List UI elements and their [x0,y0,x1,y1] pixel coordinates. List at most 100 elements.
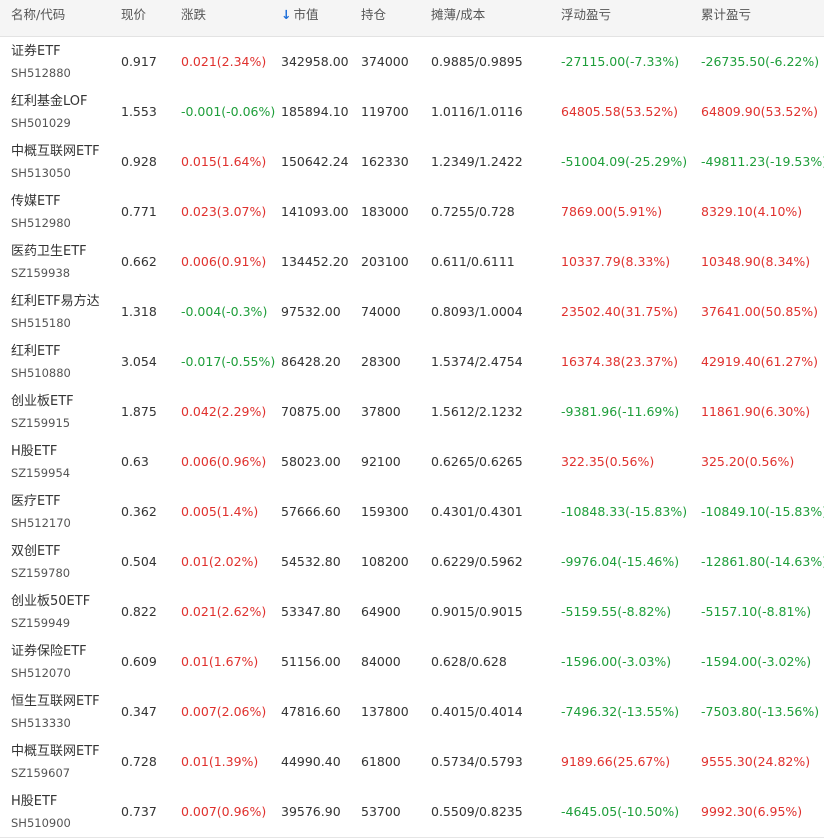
market-value-cell: 134452.20 [281,254,349,269]
fund-code: SH512070 [11,666,71,680]
float-pl-cell: -4645.05(-10.50%) [561,804,680,819]
float-pl-cell: 64805.58(53.52%) [561,104,679,119]
float-pl-cell: 16374.38(23.37%) [561,354,679,369]
cost-cell: 0.5509/0.8235 [431,804,523,819]
price-cell: 0.662 [121,254,157,269]
table-row[interactable]: 双创ETF SZ159780 0.504 0.01(2.02%) 54532.80 108… [0,537,824,588]
float-pl-cell: 322.35(0.56%) [561,454,655,469]
float-pl-cell: -9976.04(-15.46%) [561,554,680,569]
fund-name[interactable]: 医药卫生ETF [11,244,87,260]
fund-name[interactable]: 传媒ETF [11,194,61,210]
price-cell: 0.504 [121,554,157,569]
market-value-cell: 53347.80 [281,604,341,619]
holdings-cell: 28300 [361,354,401,369]
market-value-cell: 86428.20 [281,354,341,369]
fund-name[interactable]: H股ETF [11,794,57,810]
fund-name[interactable]: 中概互联网ETF [11,744,100,760]
fund-name[interactable]: 红利ETF [11,344,61,360]
holdings-cell: 92100 [361,454,401,469]
header-change[interactable]: 涨跌 [181,0,206,36]
fund-code: SZ159607 [11,766,71,780]
holdings-cell: 61800 [361,754,401,769]
total-pl-cell: -7503.80(-13.56%) [701,704,820,719]
table-row[interactable]: 传媒ETF SH512980 0.771 0.023(3.07%) 141093.00 1… [0,187,824,238]
table-row[interactable]: 证券保险ETF SH512070 0.609 0.01(1.67%) 51156.00 8… [0,637,824,688]
holdings-cell: 183000 [361,204,409,219]
total-pl-cell: 9555.30(24.82%) [701,754,811,769]
header-total-pl[interactable]: 累计盈亏 [701,0,751,36]
float-pl-cell: 10337.79(8.33%) [561,254,671,269]
cost-cell: 0.4301/0.4301 [431,504,523,519]
header-market-value[interactable]: ↓ 市值 [281,0,319,36]
change-cell: -0.017(-0.55%) [181,354,276,369]
holdings-cell: 137800 [361,704,409,719]
total-pl-cell: 37641.00(50.85%) [701,304,819,319]
fund-name[interactable]: 红利基金LOF [11,94,88,110]
table-row[interactable]: 红利ETF易方达 SH515180 1.318 -0.004(-0.3%) 97532.… [0,287,824,338]
fund-name[interactable]: 证券保险ETF [11,644,87,660]
table-row[interactable]: 证券ETF SH512880 0.917 0.021(2.34%) 342958.00 3… [0,37,824,88]
price-cell: 1.875 [121,404,157,419]
price-cell: 1.318 [121,304,157,319]
fund-name[interactable]: 恒生互联网ETF [11,694,100,710]
change-cell: 0.007(0.96%) [181,804,267,819]
table-row[interactable]: 医疗ETF SH512170 0.362 0.005(1.4%) 57666.60 159… [0,487,824,538]
market-value-cell: 141093.00 [281,204,349,219]
fund-name[interactable]: H股ETF [11,444,57,460]
price-cell: 0.928 [121,154,157,169]
change-cell: 0.042(2.29%) [181,404,267,419]
fund-code: SZ159938 [11,266,71,280]
cost-cell: 0.611/0.6111 [431,254,515,269]
table-row[interactable]: 医药卫生ETF SZ159938 0.662 0.006(0.91%) 134452.2… [0,237,824,288]
cost-cell: 1.0116/1.0116 [431,104,523,119]
table-row[interactable]: H股ETF SH510900 0.737 0.007(0.96%) 39576.90 53… [0,787,824,838]
fund-code: SH515180 [11,316,71,330]
table-row[interactable]: 中概互联网ETF SH513050 0.928 0.015(1.64%) 150642.… [0,137,824,188]
table-row[interactable]: 中概互联网ETF SZ159607 0.728 0.01(1.39%) 44990.40… [0,737,824,788]
fund-name[interactable]: 证券ETF [11,44,61,60]
fund-name[interactable]: 红利ETF易方达 [11,294,100,310]
header-name-code[interactable]: 名称/代码 [11,0,65,36]
float-pl-cell: 7869.00(5.91%) [561,204,663,219]
fund-code: SH512880 [11,66,71,80]
holdings-cell: 374000 [361,54,409,69]
table-row[interactable]: 红利基金LOF SH501029 1.553 -0.001(-0.06%) 185894… [0,87,824,138]
holdings-cell: 53700 [361,804,401,819]
cost-cell: 1.5612/2.1232 [431,404,523,419]
total-pl-cell: -5157.10(-8.81%) [701,604,812,619]
holdings-cell: 162330 [361,154,409,169]
fund-name[interactable]: 双创ETF [11,544,61,560]
fund-name[interactable]: 中概互联网ETF [11,144,100,160]
market-value-cell: 185894.10 [281,104,349,119]
fund-name[interactable]: 创业板ETF [11,394,74,410]
price-cell: 0.609 [121,654,157,669]
header-holdings[interactable]: 持仓 [361,0,386,36]
fund-name[interactable]: 医疗ETF [11,494,61,510]
table-row[interactable]: 创业板ETF SZ159915 1.875 0.042(2.29%) 70875.00 3… [0,387,824,438]
change-cell: -0.001(-0.06%) [181,104,276,119]
header-float-pl[interactable]: 浮动盈亏 [561,0,611,36]
table-row[interactable]: 红利ETF SH510880 3.054 -0.017(-0.55%) 86428.20… [0,337,824,388]
holdings-cell: 119700 [361,104,409,119]
cost-cell: 0.8093/1.0004 [431,304,523,319]
table-row[interactable]: 恒生互联网ETF SH513330 0.347 0.007(2.06%) 47816.6… [0,687,824,738]
sort-down-arrow-icon: ↓ [281,7,292,22]
header-price[interactable]: 现价 [121,0,146,36]
change-cell: 0.021(2.34%) [181,54,267,69]
holdings-cell: 64900 [361,604,401,619]
total-pl-cell: 10348.90(8.34%) [701,254,811,269]
holdings-cell: 203100 [361,254,409,269]
fund-name[interactable]: 创业板50ETF [11,594,90,610]
table-row[interactable]: 创业板50ETF SZ159949 0.822 0.021(2.62%) 53347.8… [0,587,824,638]
header-cost[interactable]: 摊薄/成本 [431,0,485,36]
cost-cell: 0.5734/0.5793 [431,754,523,769]
market-value-cell: 51156.00 [281,654,341,669]
market-value-cell: 54532.80 [281,554,341,569]
table-row[interactable]: H股ETF SZ159954 0.63 0.006(0.96%) 58023.00 921… [0,437,824,488]
total-pl-cell: 9992.30(6.95%) [701,804,803,819]
market-value-cell: 97532.00 [281,304,341,319]
holdings-cell: 159300 [361,504,409,519]
total-pl-cell: -49811.23(-19.53%) [701,154,824,169]
change-cell: 0.021(2.62%) [181,604,267,619]
total-pl-cell: -10849.10(-15.83%) [701,504,824,519]
